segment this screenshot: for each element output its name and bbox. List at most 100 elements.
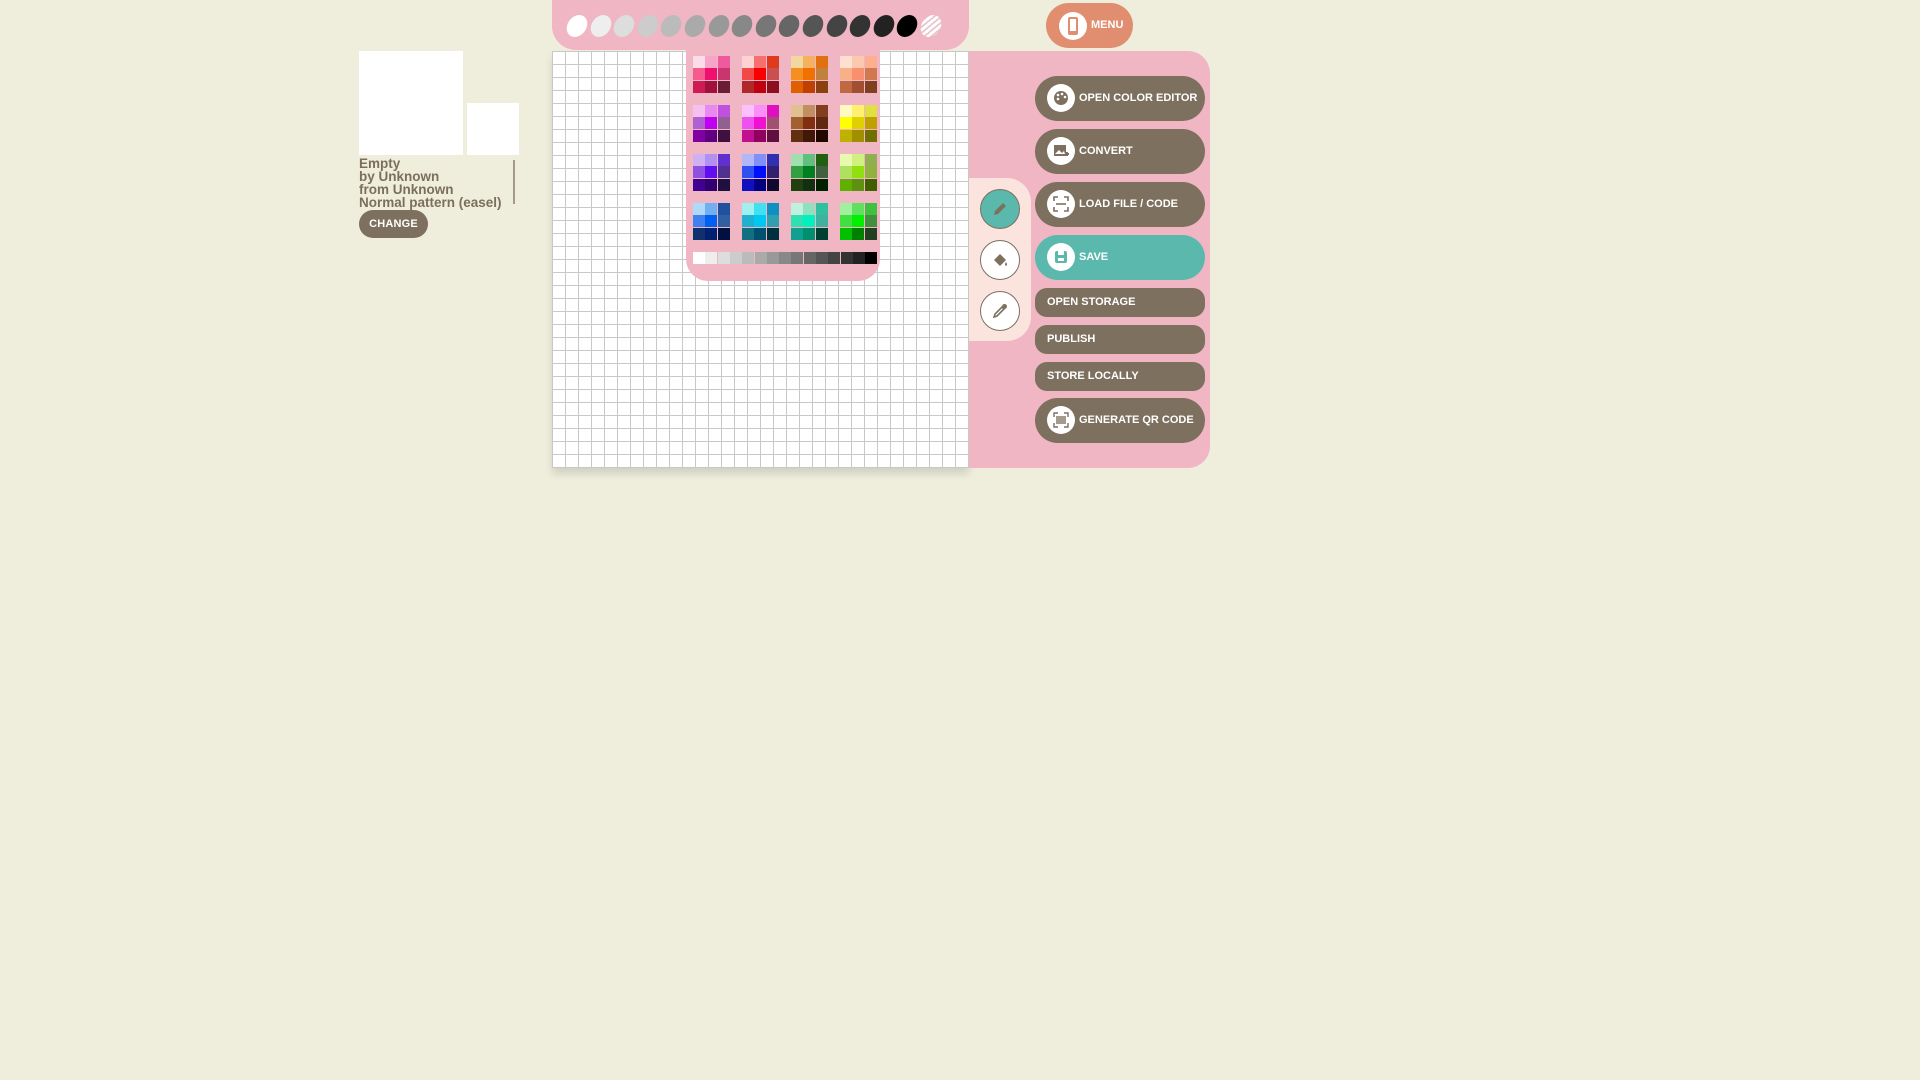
- palette-color-cell[interactable]: [803, 56, 816, 68]
- palette-color-cell[interactable]: [864, 166, 877, 179]
- greyscale-cell[interactable]: [816, 252, 828, 264]
- palette-color-cell[interactable]: [717, 166, 730, 179]
- greyscale-cell[interactable]: [717, 252, 730, 264]
- palette-color-cell[interactable]: [840, 105, 852, 117]
- palette-color-cell[interactable]: [693, 56, 705, 68]
- palette-color-cell[interactable]: [815, 178, 828, 191]
- palette-color-cell[interactable]: [815, 56, 828, 68]
- palette-color-cell[interactable]: [840, 117, 852, 130]
- palette-color-cell[interactable]: [803, 227, 816, 240]
- palette-color-cell[interactable]: [705, 105, 718, 117]
- palette-color-cell[interactable]: [754, 117, 767, 130]
- greyscale-cell[interactable]: [705, 252, 718, 264]
- palette-color-cell[interactable]: [815, 203, 828, 215]
- palette-color-cell[interactable]: [791, 227, 803, 240]
- open-color-editor-button[interactable]: OPEN COLOR EDITOR: [1035, 76, 1205, 121]
- palette-color-cell[interactable]: [803, 154, 816, 166]
- palette-color-cell[interactable]: [766, 68, 779, 81]
- palette-color-cell[interactable]: [840, 203, 852, 215]
- greyscale-cell[interactable]: [865, 252, 878, 264]
- palette-color-cell[interactable]: [693, 117, 705, 130]
- palette-color-cell[interactable]: [803, 105, 816, 117]
- palette-color-cell[interactable]: [693, 68, 705, 81]
- palette-color-cell[interactable]: [766, 154, 779, 166]
- palette-color-cell[interactable]: [852, 227, 865, 240]
- palette-color-cell[interactable]: [754, 166, 767, 179]
- palette-swatch[interactable]: [635, 15, 661, 37]
- palette-color-cell[interactable]: [852, 178, 865, 191]
- palette-color-cell[interactable]: [766, 215, 779, 228]
- palette-color-cell[interactable]: [717, 129, 730, 142]
- palette-color-cell[interactable]: [840, 56, 852, 68]
- palette-color-cell[interactable]: [717, 154, 730, 166]
- palette-color-cell[interactable]: [791, 215, 803, 228]
- palette-color-cell[interactable]: [791, 178, 803, 191]
- palette-color-cell[interactable]: [803, 80, 816, 93]
- palette-color-cell[interactable]: [717, 178, 730, 191]
- palette-color-cell[interactable]: [864, 80, 877, 93]
- fill-tool-button[interactable]: [980, 240, 1020, 280]
- palette-color-cell[interactable]: [852, 154, 865, 166]
- palette-color-cell[interactable]: [852, 166, 865, 179]
- palette-color-cell[interactable]: [705, 215, 718, 228]
- palette-color-cell[interactable]: [840, 178, 852, 191]
- palette-color-cell[interactable]: [803, 215, 816, 228]
- publish-button[interactable]: PUBLISH: [1035, 325, 1205, 354]
- palette-color-cell[interactable]: [864, 227, 877, 240]
- palette-color-cell[interactable]: [742, 227, 754, 240]
- palette-color-cell[interactable]: [742, 154, 754, 166]
- transparent-swatch[interactable]: [918, 15, 944, 37]
- palette-color-cell[interactable]: [803, 117, 816, 130]
- palette-color-cell[interactable]: [717, 227, 730, 240]
- greyscale-cell[interactable]: [828, 252, 841, 264]
- palette-color-cell[interactable]: [840, 80, 852, 93]
- palette-color-cell[interactable]: [791, 129, 803, 142]
- palette-color-cell[interactable]: [717, 80, 730, 93]
- menu-button[interactable]: MENU: [1046, 3, 1133, 48]
- palette-color-cell[interactable]: [693, 203, 705, 215]
- greyscale-cell[interactable]: [803, 252, 816, 264]
- palette-color-cell[interactable]: [766, 80, 779, 93]
- palette-color-cell[interactable]: [864, 203, 877, 215]
- palette-color-cell[interactable]: [766, 56, 779, 68]
- palette-color-cell[interactable]: [864, 56, 877, 68]
- palette-color-cell[interactable]: [766, 129, 779, 142]
- palette-color-cell[interactable]: [840, 129, 852, 142]
- palette-color-cell[interactable]: [840, 166, 852, 179]
- palette-color-cell[interactable]: [705, 203, 718, 215]
- palette-color-cell[interactable]: [791, 68, 803, 81]
- palette-color-cell[interactable]: [705, 227, 718, 240]
- eyedropper-tool-button[interactable]: [980, 291, 1020, 331]
- palette-color-cell[interactable]: [717, 105, 730, 117]
- palette-swatch[interactable]: [659, 15, 684, 37]
- palette-swatch[interactable]: [824, 15, 849, 37]
- palette-color-cell[interactable]: [742, 215, 754, 228]
- palette-color-cell[interactable]: [693, 227, 705, 240]
- palette-color-cell[interactable]: [791, 203, 803, 215]
- palette-color-cell[interactable]: [705, 80, 718, 93]
- palette-color-cell[interactable]: [840, 68, 852, 81]
- palette-color-cell[interactable]: [815, 129, 828, 142]
- palette-swatch[interactable]: [588, 15, 613, 37]
- greyscale-cell[interactable]: [754, 252, 767, 264]
- palette-color-cell[interactable]: [693, 215, 705, 228]
- greyscale-cell[interactable]: [729, 252, 742, 264]
- palette-color-cell[interactable]: [852, 80, 865, 93]
- palette-color-cell[interactable]: [754, 154, 767, 166]
- greyscale-cell[interactable]: [779, 252, 792, 264]
- palette-swatch[interactable]: [753, 15, 779, 37]
- palette-color-cell[interactable]: [840, 154, 852, 166]
- palette-color-cell[interactable]: [717, 117, 730, 130]
- palette-color-cell[interactable]: [754, 80, 767, 93]
- palette-color-cell[interactable]: [791, 105, 803, 117]
- palette-color-cell[interactable]: [693, 154, 705, 166]
- palette-color-cell[interactable]: [742, 68, 754, 81]
- palette-swatch[interactable]: [564, 15, 590, 37]
- store-locally-button[interactable]: STORE LOCALLY: [1035, 362, 1205, 391]
- palette-color-cell[interactable]: [815, 68, 828, 81]
- palette-color-cell[interactable]: [705, 154, 718, 166]
- palette-swatch[interactable]: [871, 15, 897, 37]
- palette-swatch[interactable]: [729, 15, 755, 37]
- palette-color-cell[interactable]: [705, 178, 718, 191]
- palette-color-cell[interactable]: [742, 129, 754, 142]
